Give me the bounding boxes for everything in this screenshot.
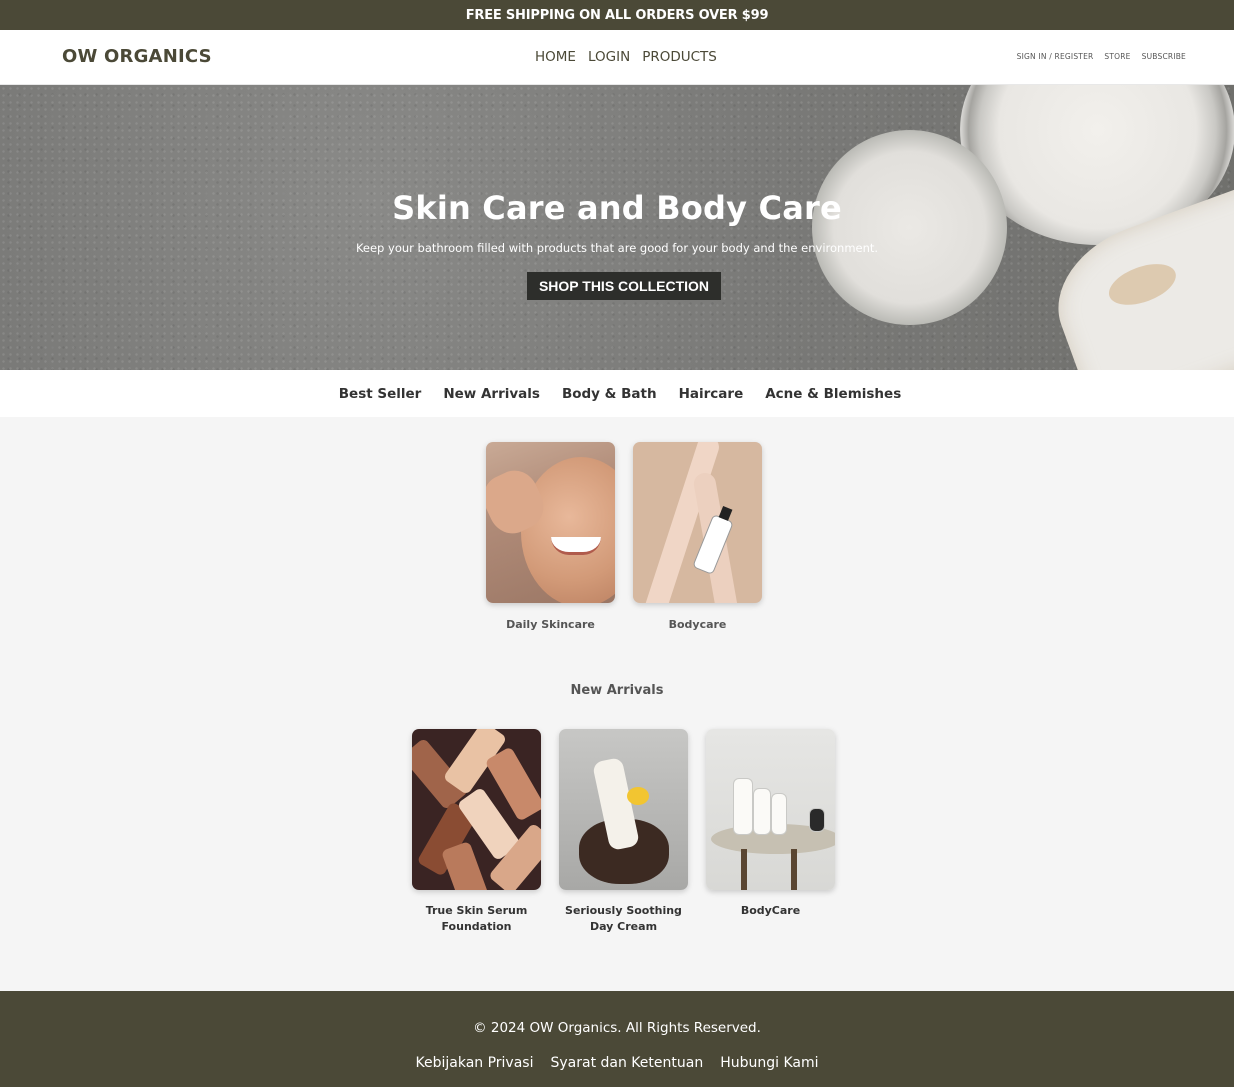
main-nav: HOME LOGIN PRODUCTS xyxy=(535,49,717,65)
featured-card-daily-skincare[interactable]: Daily Skincare xyxy=(486,442,615,633)
product-card[interactable]: Seriously Soothing Day Cream xyxy=(559,729,688,935)
privacy-policy-link[interactable]: Kebijakan Privasi xyxy=(415,1055,533,1071)
bottle-shape xyxy=(734,779,752,834)
terms-link[interactable]: Syarat dan Ketentuan xyxy=(550,1055,703,1071)
site-footer: © 2024 OW Organics. All Rights Reserved.… xyxy=(0,991,1234,1087)
copyright-text: © 2024 OW Organics. All Rights Reserved. xyxy=(473,1020,761,1036)
hero-title: Skin Care and Body Care xyxy=(392,189,842,227)
hero-banner: Skin Care and Body Care Keep your bathro… xyxy=(0,85,1234,370)
category-new-arrivals[interactable]: New Arrivals xyxy=(443,386,540,402)
sign-in-register-link[interactable]: SIGN IN / REGISTER xyxy=(1017,52,1094,61)
contact-link[interactable]: Hubungi Kami xyxy=(720,1055,818,1071)
table-leg-shape xyxy=(791,849,797,890)
bodycare-product-image[interactable] xyxy=(706,729,835,890)
featured-label[interactable]: Daily Skincare xyxy=(486,617,615,633)
product-name[interactable]: Seriously Soothing Day Cream xyxy=(559,903,688,935)
category-nav: Best Seller New Arrivals Body & Bath Hai… xyxy=(0,370,1234,417)
site-header: OW ORGANICS HOME LOGIN PRODUCTS SIGN IN … xyxy=(0,30,1234,85)
product-card[interactable]: True Skin Serum Foundation xyxy=(412,729,541,935)
bodycare-image[interactable] xyxy=(633,442,762,603)
bottle-shape xyxy=(440,840,494,890)
category-haircare[interactable]: Haircare xyxy=(679,386,744,402)
shop-collection-button[interactable]: SHOP THIS COLLECTION xyxy=(527,272,721,300)
category-body-bath[interactable]: Body & Bath xyxy=(562,386,657,402)
nav-login[interactable]: LOGIN xyxy=(588,49,630,65)
bottle-shape xyxy=(772,794,786,834)
promo-bar: FREE SHIPPING ON ALL ORDERS OVER $99 xyxy=(0,0,1234,30)
store-link[interactable]: STORE xyxy=(1104,52,1130,61)
featured-card-bodycare[interactable]: Bodycare xyxy=(633,442,762,633)
logo[interactable]: OW ORGANICS xyxy=(62,46,212,67)
product-card[interactable]: BodyCare xyxy=(706,729,835,919)
bottle-shape xyxy=(754,789,770,834)
promo-text: FREE SHIPPING ON ALL ORDERS OVER $99 xyxy=(465,7,769,23)
table-leg-shape xyxy=(741,849,747,890)
new-arrivals-heading: New Arrivals xyxy=(570,683,664,698)
product-name[interactable]: BodyCare xyxy=(706,903,835,919)
featured-label[interactable]: Bodycare xyxy=(633,617,762,633)
product-name[interactable]: True Skin Serum Foundation xyxy=(412,903,541,935)
nav-products[interactable]: PRODUCTS xyxy=(642,49,717,65)
daily-skincare-image[interactable] xyxy=(486,442,615,603)
utility-nav: SIGN IN / REGISTER STORE SUBSCRIBE xyxy=(1017,52,1186,61)
hero-subtitle: Keep your bathroom filled with products … xyxy=(355,241,879,255)
face-shape xyxy=(521,457,615,603)
category-best-seller[interactable]: Best Seller xyxy=(339,386,422,402)
nav-home[interactable]: HOME xyxy=(535,49,576,65)
subscribe-link[interactable]: SUBSCRIBE xyxy=(1142,52,1186,61)
cream-jar-image xyxy=(812,130,1007,325)
category-acne-blemishes[interactable]: Acne & Blemishes xyxy=(765,386,901,402)
day-cream-image[interactable] xyxy=(559,729,688,890)
candle-shape xyxy=(810,809,824,831)
true-skin-serum-image[interactable] xyxy=(412,729,541,890)
footer-links: Kebijakan Privasi Syarat dan Ketentuan H… xyxy=(0,1055,1234,1071)
flower-shape xyxy=(627,787,649,805)
